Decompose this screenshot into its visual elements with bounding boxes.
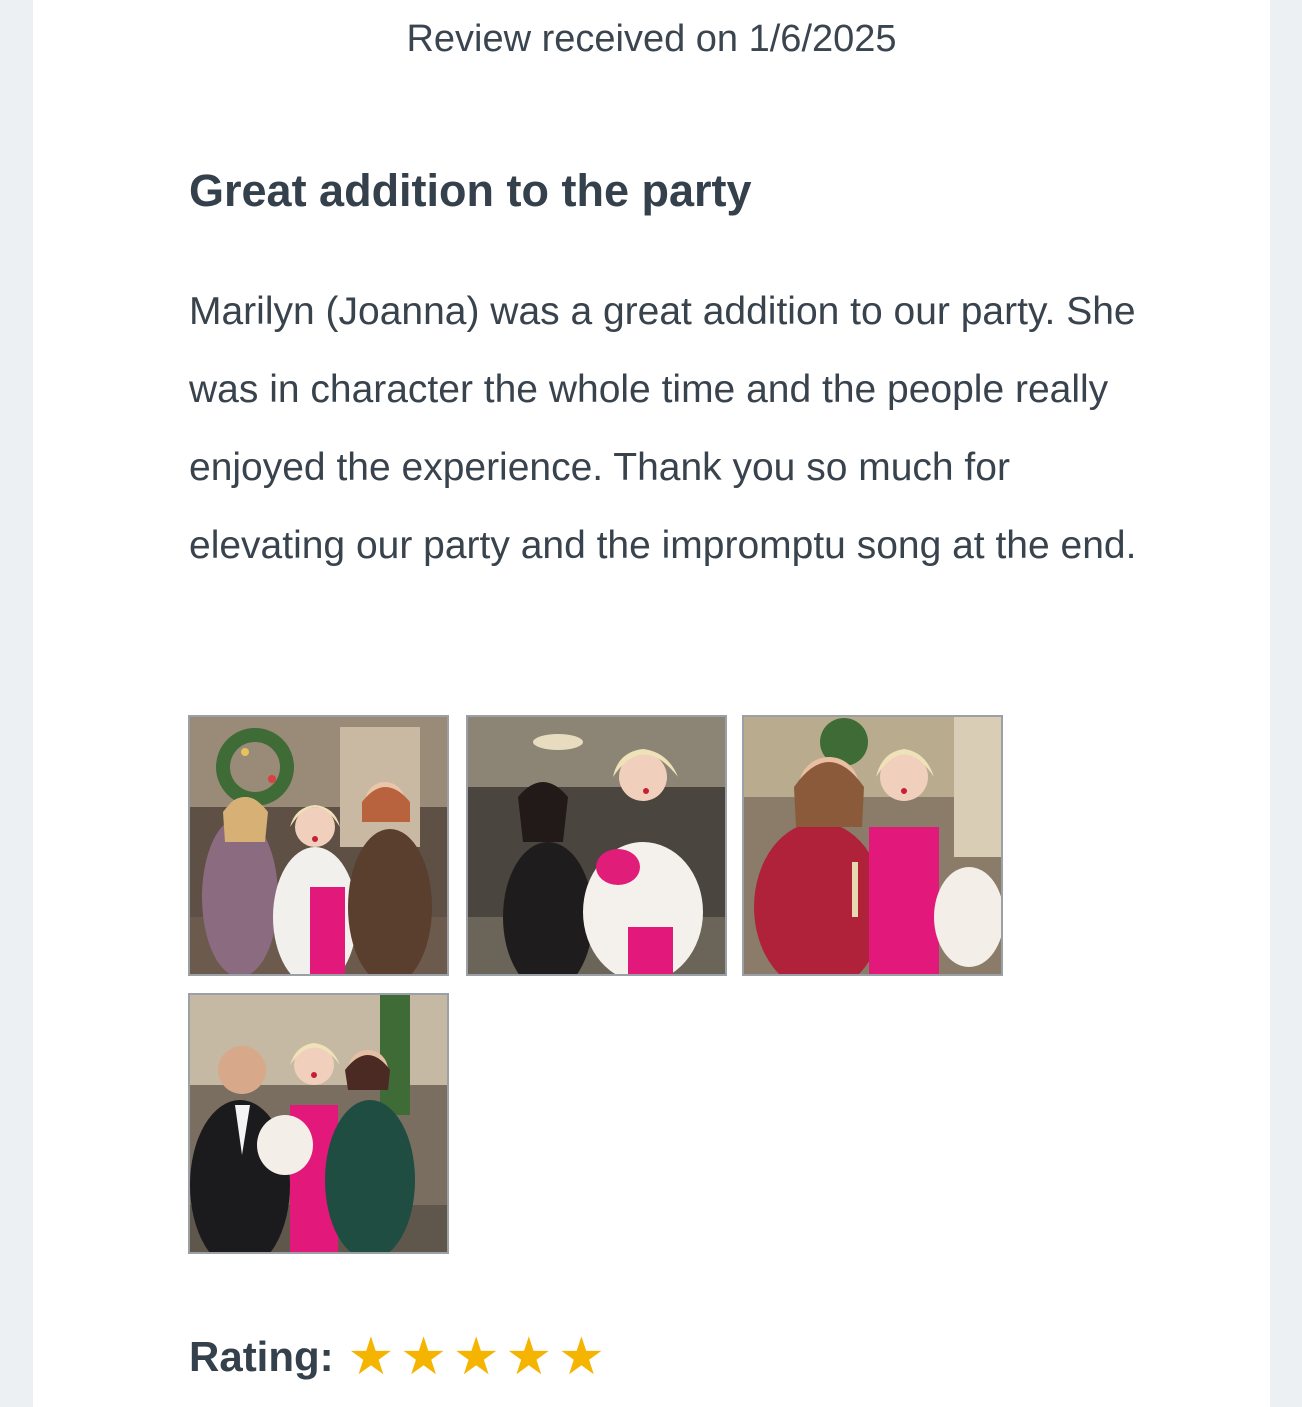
star-icon: ★ — [505, 1327, 553, 1387]
star-icon: ★ — [400, 1327, 447, 1387]
rating-label: Rating: — [189, 1333, 334, 1380]
rating: Rating: ★ ★ ★ ★ ★ — [189, 1325, 611, 1389]
review-photo-4[interactable] — [188, 993, 449, 1254]
review-received-date: Review received on 1/6/2025 — [406, 18, 897, 60]
photo-group-three-people-icon — [190, 995, 447, 1252]
photo-two-women-embrace-icon — [468, 717, 725, 974]
review-photo-3[interactable] — [742, 715, 1003, 976]
review-body: Marilyn (Joanna) was a great addition to… — [189, 290, 1137, 567]
star-icon: ★ — [558, 1327, 605, 1387]
review-title: Great addition to the party — [189, 165, 752, 216]
review-photo-1[interactable] — [188, 715, 449, 976]
star-icon: ★ — [452, 1327, 500, 1387]
photo-group-three-women-icon — [190, 717, 447, 974]
review-card: Review received on 1/6/2025 Great additi… — [33, 0, 1270, 1407]
star-icon: ★ — [347, 1327, 395, 1387]
review-photo-2[interactable] — [466, 715, 727, 976]
photo-two-women-wine-icon — [744, 717, 1001, 974]
